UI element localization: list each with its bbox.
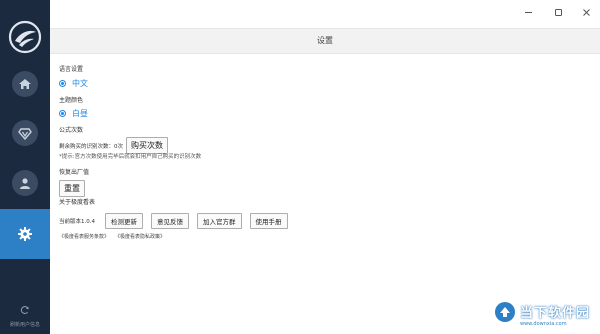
refresh-user-label: 刷新用户信息 bbox=[9, 322, 40, 328]
sidebar-item-user[interactable] bbox=[0, 159, 50, 207]
user-manual-button[interactable]: 使用手册 bbox=[249, 213, 288, 229]
formula-hint: *提示:官方次数使用完毕后就会扣用户自己购买的识别次数 bbox=[59, 154, 202, 160]
sidebar: 刷新用户信息 bbox=[0, 0, 50, 334]
gear-icon bbox=[12, 221, 38, 247]
reset-section-title: 恢复出厂值 bbox=[59, 169, 90, 176]
about-section-title: 关于极度看表 bbox=[59, 199, 96, 206]
close-button[interactable] bbox=[578, 6, 594, 22]
about-actions-row: 当前版本1.0.4 检测更新 意见反馈 加入官方群 使用手册 bbox=[59, 213, 288, 229]
radio-selected-icon bbox=[59, 80, 66, 87]
watermark-title: 当下软件园 bbox=[520, 305, 591, 321]
titlebar bbox=[50, 0, 600, 28]
reset-button[interactable]: 重置 bbox=[59, 180, 85, 197]
theme-option-label: 白昼 bbox=[72, 109, 88, 118]
terms-link[interactable]: 《极度看表服务条款》 bbox=[59, 233, 109, 240]
join-group-button[interactable]: 加入官方群 bbox=[197, 213, 242, 229]
watermark: 当下软件园 www.downxia.com bbox=[494, 300, 594, 328]
language-option-label: 中文 bbox=[72, 79, 88, 88]
language-option-chinese[interactable]: 中文 bbox=[59, 78, 88, 89]
sidebar-item-settings[interactable] bbox=[0, 209, 50, 259]
sidebar-item-home[interactable] bbox=[0, 60, 50, 108]
remaining-count-text: 剩余购买的识别次数：0次 bbox=[59, 143, 124, 150]
maximize-button[interactable] bbox=[550, 6, 566, 22]
home-icon bbox=[12, 71, 38, 97]
theme-option-day[interactable]: 白昼 bbox=[59, 108, 88, 119]
radio-selected-icon bbox=[59, 110, 66, 117]
language-section-title: 语言设置 bbox=[59, 66, 84, 73]
theme-section-title: 主题颜色 bbox=[59, 97, 84, 104]
diamond-icon bbox=[12, 120, 38, 146]
maximize-icon bbox=[554, 8, 563, 20]
feedback-button[interactable]: 意见反馈 bbox=[151, 213, 189, 229]
minimize-button[interactable] bbox=[520, 6, 536, 22]
watermark-logo-icon bbox=[494, 301, 516, 327]
formula-section-title: 公式次数 bbox=[59, 127, 84, 134]
close-icon bbox=[582, 8, 591, 20]
page-title: 设置 bbox=[317, 36, 333, 45]
watermark-url: www.downxia.com bbox=[520, 320, 567, 327]
legal-links: 《极度看表服务条款》 《极度看表隐私政策》 bbox=[59, 233, 165, 240]
refresh-icon bbox=[0, 300, 50, 319]
sidebar-item-vip[interactable] bbox=[0, 109, 50, 157]
page-header: 设置 bbox=[50, 28, 600, 54]
app-logo-icon bbox=[8, 20, 42, 54]
version-text: 当前版本1.0.4 bbox=[59, 219, 95, 225]
minimize-icon bbox=[524, 8, 533, 20]
reset-row: 重置 bbox=[59, 180, 85, 197]
privacy-link[interactable]: 《极度看表隐私政策》 bbox=[115, 233, 165, 240]
check-update-button[interactable]: 检测更新 bbox=[105, 213, 143, 229]
refresh-user-button[interactable]: 刷新用户信息 bbox=[0, 300, 50, 328]
user-icon bbox=[12, 170, 38, 196]
